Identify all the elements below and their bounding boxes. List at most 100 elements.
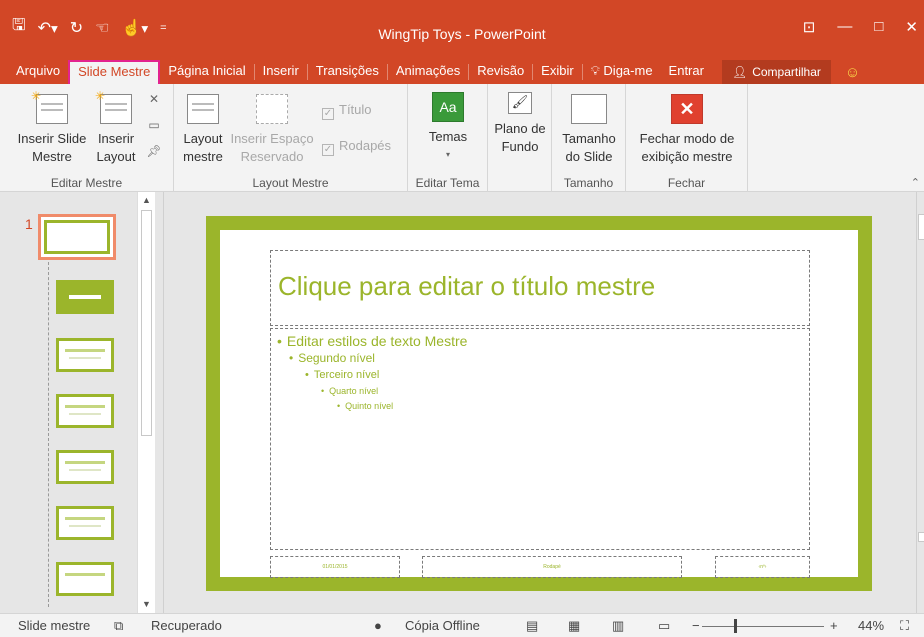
zoom-out-icon[interactable]: −	[692, 618, 700, 633]
layout-thumbnail[interactable]	[56, 562, 114, 596]
temas-label: Temas	[428, 129, 468, 144]
slide-master: Clique para editar o título mestre Edita…	[206, 216, 872, 591]
dropdown-arrow-icon: ▾	[445, 150, 450, 159]
group-tamanho: Tamanho do Slide Tamanho	[552, 84, 626, 192]
group-label-tamanho: Tamanho	[563, 176, 614, 190]
offline-status: Cópia Offline	[405, 618, 480, 633]
slideshow-icon[interactable]: ▭	[658, 618, 670, 634]
group-label-layout-mestre: Layout Mestre	[252, 176, 329, 190]
tab-exibir[interactable]: Exibir	[533, 60, 582, 84]
delete-slide-icon[interactable]: ✕	[146, 92, 162, 106]
scroll-up-icon[interactable]: ▲	[138, 192, 155, 208]
fit-to-window-icon[interactable]: ⛶	[900, 618, 909, 634]
share-label: Compartilhar	[752, 65, 821, 79]
close-master-view-icon: ✕	[671, 94, 703, 124]
zoom-level[interactable]: 44%	[858, 618, 884, 633]
themes-icon: Aa	[432, 92, 464, 122]
tab-revisao[interactable]: Revisão	[469, 60, 532, 84]
layout-mestre-button[interactable]: Layout mestre	[178, 94, 228, 166]
collapse-ribbon-icon[interactable]: ⌃	[911, 176, 920, 189]
inserir-layout-label: Inserir Layout	[96, 131, 136, 164]
rename-icon[interactable]: ▭	[146, 118, 162, 132]
layout-thumbnail[interactable]	[56, 506, 114, 540]
group-editar-mestre: Inserir Slide Mestre Inserir Layout ✕ ▭ …	[0, 84, 174, 192]
close-icon[interactable]: ✕	[905, 18, 918, 36]
status-bar: Slide mestre ⧉ Recuperado ● Cópia Offlin…	[0, 613, 924, 637]
normal-view-icon[interactable]: ▤	[526, 618, 538, 634]
temas-button[interactable]: Aa Temas ▾	[418, 92, 478, 164]
slide-number: 1	[25, 216, 33, 232]
zoom-slider-track[interactable]	[702, 626, 824, 627]
group-plano-de-fundo: 🖌︎ Plano de Fundo	[488, 84, 552, 192]
ribbon-tabs: Arquivo Slide Mestre Página Inicial Inse…	[0, 56, 924, 84]
zoom-slider-knob[interactable]	[734, 619, 737, 633]
ribbon: Inserir Slide Mestre Inserir Layout ✕ ▭ …	[0, 84, 924, 192]
group-label-editar-tema: Editar Tema	[415, 176, 480, 190]
tab-inserir[interactable]: Inserir	[255, 60, 307, 84]
tab-transicoes[interactable]: Transições	[308, 60, 387, 84]
feedback-smiley-icon[interactable]: ☺	[845, 62, 860, 84]
view-status: Slide mestre	[18, 618, 91, 633]
group-editar-tema: Aa Temas ▾ Editar Tema	[408, 84, 488, 192]
sign-in-link[interactable]: Entrar	[661, 60, 712, 84]
tab-animacoes[interactable]: Animações	[388, 60, 468, 84]
fechar-modo-mestre-button[interactable]: ✕ Fechar modo de exibição mestre	[630, 94, 744, 166]
ribbon-display-options-icon[interactable]: ⊡	[803, 18, 816, 36]
slide-number-placeholder[interactable]: ‹nº›	[715, 556, 810, 578]
group-label-fechar: Fechar	[667, 176, 706, 190]
tab-pagina-inicial[interactable]: Página Inicial	[160, 60, 253, 84]
tab-slide-mestre[interactable]: Slide Mestre	[68, 60, 161, 84]
scroll-thumb[interactable]	[141, 210, 152, 436]
thumbnail-pane: 1 ▲ ▼	[0, 192, 163, 613]
plano-de-fundo-button[interactable]: 🖌︎ Plano de Fundo	[490, 92, 550, 156]
insert-placeholder-icon	[256, 94, 288, 124]
tell-me-box[interactable]: 💡︎ Diga-me	[583, 60, 661, 84]
body-placeholder[interactable]: Editar estilos de texto Mestre Segundo n…	[270, 328, 810, 550]
title-placeholder[interactable]: Clique para editar o título mestre	[270, 250, 810, 326]
tamanho-do-slide-button[interactable]: Tamanho do Slide	[556, 94, 622, 166]
layout-thumbnail[interactable]	[56, 394, 114, 428]
zoom-in-icon[interactable]: +	[830, 618, 838, 633]
checkbox-checked-icon: ✓	[322, 108, 334, 120]
layout-thumbnail[interactable]	[56, 338, 114, 372]
titulo-checkbox[interactable]: ✓ Título	[322, 102, 372, 120]
layout-mestre-label: Layout mestre	[183, 131, 223, 164]
reading-view-icon[interactable]: ▥	[612, 618, 624, 634]
checkbox-checked-icon: ✓	[322, 144, 334, 156]
text-level-3: Terceiro nível	[305, 369, 379, 381]
text-level-2: Segundo nível	[289, 351, 375, 365]
rodapes-checkbox[interactable]: ✓ Rodapés	[322, 138, 391, 156]
thumbnail-scrollbar[interactable]: ▲ ▼	[137, 192, 155, 613]
offline-icon: ●	[374, 618, 382, 633]
slide-scrollbar[interactable]	[916, 192, 924, 613]
fechar-modo-label: Fechar modo de exibição mestre	[639, 131, 735, 164]
insert-slide-master-icon	[31, 87, 68, 124]
group-fechar: ✕ Fechar modo de exibição mestre Fechar	[626, 84, 748, 192]
slide-master-thumbnail[interactable]	[38, 214, 116, 260]
maximize-icon[interactable]: □	[874, 18, 883, 36]
slide-sorter-icon[interactable]: ▦	[568, 618, 580, 634]
inserir-espaco-reservado-button[interactable]: Inserir Espaço Reservado	[228, 94, 316, 166]
layout-connector	[48, 262, 49, 607]
date-placeholder[interactable]: 01/01/2015	[270, 556, 400, 578]
slide-content: Clique para editar o título mestre Edita…	[220, 230, 858, 578]
scroll-down-icon[interactable]: ▼	[138, 596, 155, 612]
scroll-bottom-box[interactable]	[918, 532, 924, 542]
inserir-layout-button[interactable]: Inserir Layout	[92, 87, 140, 166]
group-label-editar-mestre: Editar Mestre	[50, 176, 123, 190]
minimize-icon[interactable]: —	[837, 18, 852, 36]
scroll-thumb[interactable]	[918, 214, 924, 240]
preserve-icon[interactable]: 📌︎	[146, 144, 162, 158]
inserir-slide-mestre-button[interactable]: Inserir Slide Mestre	[14, 87, 90, 166]
master-layout-icon	[187, 94, 219, 124]
accessibility-icon[interactable]: ⧉	[114, 618, 123, 634]
layout-thumbnail[interactable]	[56, 280, 114, 314]
window-title: WingTip Toys - PowerPoint	[378, 26, 546, 42]
window-controls: ⊡ — □ ✕	[803, 18, 924, 36]
group-layout-mestre: Layout mestre Inserir Espaço Reservado ✓…	[174, 84, 408, 192]
share-button[interactable]: 👤︎ Compartilhar	[721, 60, 831, 84]
tab-arquivo[interactable]: Arquivo	[0, 60, 68, 84]
text-level-4: Quarto nível	[321, 386, 378, 396]
footer-placeholder[interactable]: Rodapé	[422, 556, 682, 578]
layout-thumbnail[interactable]	[56, 450, 114, 484]
